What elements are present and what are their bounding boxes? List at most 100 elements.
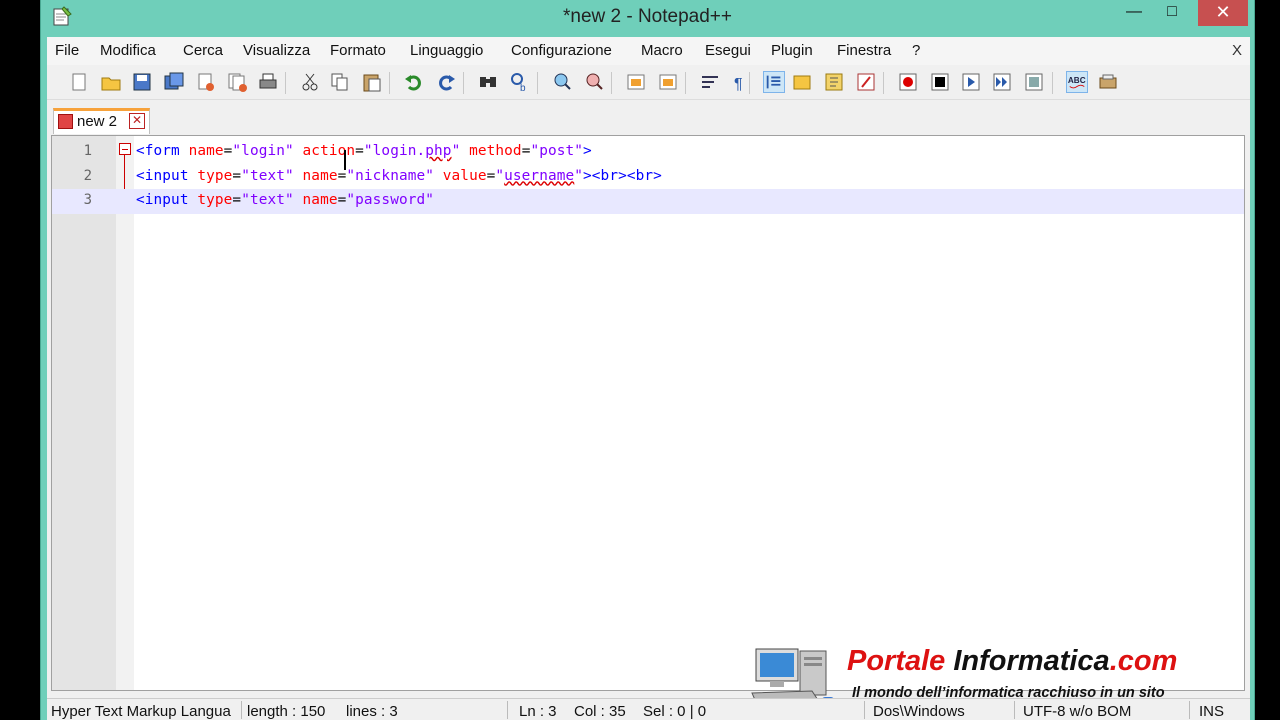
status-mode: INS [1199,703,1225,720]
syntax-token: "post" [530,143,584,159]
zoom-in-icon[interactable] [551,71,573,93]
syntax-token: "nickname" [346,167,435,184]
sync-vertical-icon[interactable] [625,71,647,93]
unsaved-file-icon [58,114,73,129]
redo-icon[interactable] [435,71,457,93]
toolbar-separator [883,72,884,94]
syntax-token: "login. [363,143,426,159]
code-text[interactable]: <input type="text" name="password" [136,192,434,208]
copy-icon[interactable] [329,71,351,93]
toolbar-separator [537,72,538,94]
menu-cerca[interactable]: Cerca [183,42,223,59]
menu-plugin[interactable]: Plugin [771,42,813,59]
status-sel: Sel : 0 | 0 [643,703,707,720]
code-lines[interactable]: 1 <form name="login" action="login.php" m… [52,140,1244,214]
syntax-token: <input [136,167,198,184]
status-separator [1014,701,1015,719]
line-number-gutter [52,136,116,690]
play-macro-icon[interactable] [960,71,982,93]
paste-icon[interactable] [361,71,383,93]
tab-new-2[interactable]: new 2 ✕ [53,108,150,134]
toolbar: b ¶ ABC [47,66,1250,100]
syntax-token [460,143,469,159]
menu-modifica[interactable]: Modifica [100,42,156,59]
syntax-token: action [302,143,356,159]
syntax-token [434,168,443,184]
sync-horizontal-icon[interactable] [657,71,679,93]
zoom-out-icon[interactable] [583,71,605,93]
syntax-token: ><br><br> [583,167,662,184]
save-icon[interactable] [131,71,153,93]
brand-part-2: Informatica [953,645,1110,677]
mouse-ibeam-cursor [344,150,346,170]
title-bar[interactable]: *new 2 - Notepad++ — □ ✕ [41,0,1254,36]
editor[interactable]: 1 <form name="login" action="login.php" m… [51,135,1245,708]
code-text[interactable]: <form name="login" action="login.php" me… [136,143,592,159]
code-line[interactable]: 3 <input type="text" name="password" [52,189,1244,214]
fold-margin [116,136,134,690]
doc-map-icon[interactable] [791,71,813,93]
close-document-button[interactable]: X [1232,42,1242,59]
status-lines: lines : 3 [346,703,398,720]
toolbar-separator [285,72,286,94]
menu-esegui[interactable]: Esegui [705,42,751,59]
code-line[interactable]: 2 <input type="text" name="nickname" valu… [52,165,1244,190]
menu-macro[interactable]: Macro [641,42,683,59]
menu-bar: File Modifica Cerca Visualizza Formato Lingua… [47,37,1250,65]
menu-help[interactable]: ? [912,42,920,59]
toolbar-separator [685,72,686,94]
status-col: Col : 35 [574,703,626,720]
syntax-token: = [232,192,242,208]
syntax-token: "text" [241,167,294,184]
code-line[interactable]: 1 <form name="login" action="login.php" m… [52,140,1244,165]
open-file-icon[interactable] [100,71,122,93]
record-macro-icon[interactable] [897,71,919,93]
syntax-token: name [188,143,224,159]
svg-text:¶: ¶ [734,76,743,93]
tab-close-button[interactable]: ✕ [129,113,145,129]
toolbar-separator [463,72,464,94]
status-bar: Hyper Text Markup Langua length : 150 li… [47,698,1250,720]
syntax-token: "login" [232,143,294,159]
undo-icon[interactable] [403,71,425,93]
menu-configurazione[interactable]: Configurazione [511,42,612,59]
indent-guide-icon[interactable] [763,71,785,93]
menu-finestra[interactable]: Finestra [837,42,891,59]
print-icon[interactable] [257,71,279,93]
menu-file[interactable]: File [55,42,79,59]
replace-icon[interactable]: b [509,71,531,93]
menu-linguaggio[interactable]: Linguaggio [410,42,483,59]
misspelled-token: php [425,143,452,159]
tab-label: new 2 [77,113,118,130]
save-macro-icon[interactable] [1023,71,1045,93]
function-list-icon[interactable] [823,71,845,93]
close-icon[interactable] [195,71,217,93]
menu-visualizza[interactable]: Visualizza [243,42,310,59]
save-all-icon[interactable] [163,71,185,93]
plugin-icon[interactable] [1097,71,1119,93]
syntax-token [294,143,303,159]
find-icon[interactable] [477,71,499,93]
misspelled-token: username [504,167,575,184]
status-separator [1189,701,1190,719]
watermark-brand: Portale Informatica.com [847,645,1177,678]
cut-icon[interactable] [299,71,321,93]
status-ln: Ln : 3 [519,703,557,720]
syntax-token: <form [136,143,189,159]
spell-check-icon[interactable]: ABC [1066,71,1088,93]
run-macro-multiple-icon[interactable] [991,71,1013,93]
line-number: 1 [83,143,92,159]
close-window-button[interactable]: ✕ [1198,0,1248,26]
show-all-chars-icon[interactable]: ¶ [729,71,751,93]
stop-record-icon[interactable] [929,71,951,93]
status-language: Hyper Text Markup Langua [51,703,231,720]
code-text[interactable]: <input type="text" name="nickname" value… [136,168,662,184]
new-file-icon[interactable] [68,71,90,93]
line-number: 2 [83,167,92,184]
menu-formato[interactable]: Formato [330,42,386,59]
folder-workspace-icon[interactable] [855,71,877,93]
close-all-icon[interactable] [227,71,249,93]
status-separator [864,701,865,719]
maximize-button[interactable]: □ [1149,0,1195,26]
word-wrap-icon[interactable] [699,71,721,93]
